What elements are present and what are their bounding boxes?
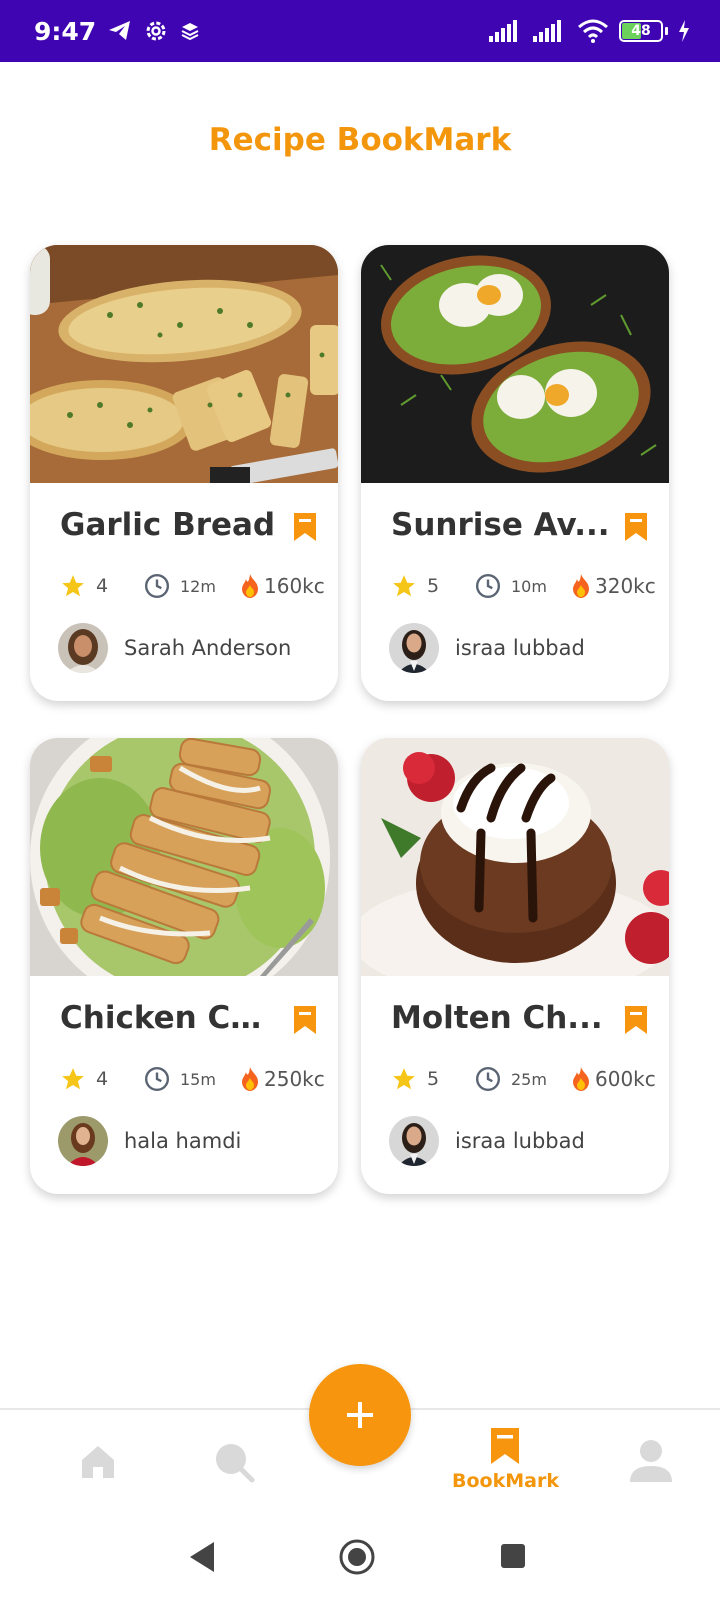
time-value: 12m [180,576,216,596]
home-button-icon[interactable] [338,1538,376,1576]
clock-icon [475,1066,501,1092]
author-name: israa lubbad [455,1129,585,1153]
rating-value: 4 [96,575,109,597]
telegram-icon [109,21,131,40]
add-recipe-button[interactable] [309,1364,411,1466]
charging-icon [679,20,689,42]
fire-icon [242,574,258,598]
recipe-author[interactable]: israa lubbad [389,1116,585,1166]
recipe-meta: 5 10m 320kc [391,573,661,603]
bookmark-icon[interactable] [292,511,318,543]
calories-value: 160kc [264,574,325,598]
fire-icon [242,1067,258,1091]
calories-value: 250kc [264,1067,325,1091]
battery-icon: 48 [619,20,663,42]
avatar [389,1116,439,1166]
screen: 9:47 48 Recipe BookMark Garlic Bread 4 1… [0,0,720,1600]
recipe-title: Garlic Bread [60,507,276,543]
recipe-card[interactable]: Molten Ch... 5 25m 600kc israa lubbad [361,738,669,1194]
status-right: 48 [489,19,690,43]
profile-icon [630,1440,672,1482]
time-value: 15m [180,1069,216,1089]
battery-cap [665,27,668,35]
author-name: Sarah Anderson [124,636,292,660]
calories-value: 320kc [595,574,656,598]
avatar [389,623,439,673]
cook-time: 25m [475,1066,547,1092]
star-icon [393,575,415,597]
star-icon [393,1068,415,1090]
recipe-meta: 5 25m 600kc [391,1066,661,1096]
star-icon [62,575,84,597]
home-icon [82,1446,114,1478]
wifi-icon [578,19,608,43]
calories: 600kc [569,1066,656,1092]
gear-icon [146,21,166,41]
rating: 5 [391,1066,439,1092]
time-value: 25m [511,1069,547,1089]
recipe-meta: 4 12m 160kc [60,573,330,603]
recipe-image [30,738,338,976]
layers-icon [181,23,199,41]
author-name: israa lubbad [455,636,585,660]
rating: 5 [391,573,439,599]
avatar [58,1116,108,1166]
recipe-author[interactable]: Sarah Anderson [58,623,291,673]
rating-value: 5 [427,1068,440,1090]
search-icon [216,1444,255,1483]
nav-bookmark-label: BookMark [452,1470,559,1492]
page-title: Recipe BookMark [208,122,512,158]
author-name: hala hamdi [124,1129,242,1153]
avatar [58,623,108,673]
rating-value: 5 [427,575,440,597]
star-icon [62,1068,84,1090]
bookmark-icon[interactable] [623,1004,649,1036]
recipe-author[interactable]: hala hamdi [58,1116,241,1166]
recipe-image [361,738,669,976]
rating: 4 [60,573,108,599]
recipe-author[interactable]: israa lubbad [389,623,585,673]
status-left: 9:47 [34,17,200,46]
rating: 4 [60,1066,108,1092]
recipe-card[interactable]: Garlic Bread 4 12m 160kc Sarah Anderson [30,245,338,701]
cook-time: 10m [475,573,547,599]
system-nav-bar [0,1518,720,1600]
recipe-meta: 4 15m 250kc [60,1066,330,1096]
nav-profile[interactable] [628,1438,674,1484]
rating-value: 4 [96,1068,109,1090]
nav-home[interactable] [78,1442,118,1482]
recents-icon[interactable] [499,1542,527,1570]
bookmark-icon[interactable] [292,1004,318,1036]
recipe-image [30,245,338,483]
fire-icon [573,1067,589,1091]
bookmark-icon[interactable] [623,511,649,543]
bookmark-icon [491,1428,520,1464]
nav-bookmark[interactable]: BookMark [452,1426,559,1492]
clock-icon [144,573,170,599]
cook-time: 15m [144,1066,216,1092]
clock-icon [144,1066,170,1092]
recipe-title: Molten Ch... [391,1000,603,1036]
calories: 320kc [569,573,656,599]
signal-icon [489,20,517,42]
back-icon[interactable] [188,1540,216,1574]
recipe-card[interactable]: Sunrise Av... 5 10m 320kc israa lubbad [361,245,669,701]
recipe-title: Sunrise Av... [391,507,610,543]
recipe-card[interactable]: Chicken Ca... 4 15m 250kc hala hamdi [30,738,338,1194]
cook-time: 12m [144,573,216,599]
clock-icon [475,573,501,599]
recipe-title: Chicken Ca... [60,1000,282,1036]
recipe-image [361,245,669,483]
battery-level: 48 [631,23,651,39]
calories: 160kc [238,573,325,599]
calories: 250kc [238,1066,325,1092]
time-value: 10m [511,576,547,596]
calories-value: 600kc [595,1067,656,1091]
nav-search[interactable] [212,1440,256,1484]
signal-icon-2 [533,20,561,42]
status-time: 9:47 [34,16,97,46]
status-bar: 9:47 48 [0,0,720,62]
fire-icon [573,574,589,598]
plus-icon [347,1402,373,1428]
